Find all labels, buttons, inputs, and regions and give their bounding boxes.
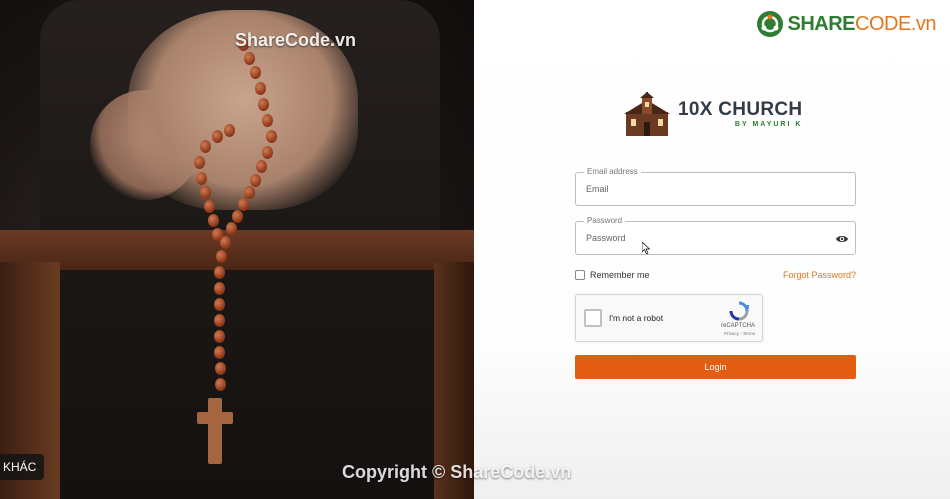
brand: 10X CHURCH BY MAYURI K xyxy=(624,92,802,136)
rosary-bead xyxy=(200,186,211,199)
email-field[interactable]: Email address xyxy=(575,167,856,206)
recaptcha-checkbox[interactable] xyxy=(584,309,602,327)
rosary-bead xyxy=(255,82,266,95)
rosary-bead xyxy=(256,160,267,173)
sharecode-logo-main: SHARE xyxy=(787,12,856,35)
cross-icon xyxy=(208,398,222,464)
rosary-bead xyxy=(216,250,227,263)
rosary-bead xyxy=(196,172,207,185)
forgot-password-link[interactable]: Forgot Password? xyxy=(783,270,856,280)
email-input[interactable] xyxy=(576,173,855,205)
rosary-bead xyxy=(194,156,205,169)
remember-me[interactable]: Remember me xyxy=(575,270,650,280)
watermark-top: ShareCode.vn xyxy=(235,30,357,50)
rosary-bead xyxy=(215,378,226,391)
rosary-bead xyxy=(238,198,249,211)
rosary-bead xyxy=(232,210,243,223)
rosary-bead xyxy=(214,266,225,279)
church-icon xyxy=(624,92,670,136)
rosary-bead xyxy=(208,214,219,227)
email-legend: Email address xyxy=(584,167,641,177)
recaptcha-label: I'm not a robot xyxy=(609,313,664,323)
sharecode-logo[interactable]: SHARECODE.vn xyxy=(756,10,936,38)
login-panel: SHARECODE.vn 10X CHURCH BY MAYURI K Emai… xyxy=(474,0,950,499)
brand-title: 10X CHURCH xyxy=(678,99,803,120)
rosary-bead xyxy=(215,362,226,375)
rosary-bead xyxy=(214,282,225,295)
rosary-bead xyxy=(200,140,211,153)
cross-icon-bar xyxy=(197,412,233,424)
rosary-bead xyxy=(226,222,237,235)
recaptcha-brand: reCAPTCHA xyxy=(720,323,755,329)
rosary-bead xyxy=(212,228,223,241)
rosary-bead xyxy=(258,98,269,111)
brand-text: 10X CHURCH BY MAYURI K xyxy=(678,99,803,129)
login-button[interactable]: Login xyxy=(575,355,856,379)
rosary-bead xyxy=(244,186,255,199)
khac-badge[interactable]: KHÁC xyxy=(0,454,44,480)
rosary-bead xyxy=(266,130,277,143)
copyright-watermark: Copyright © ShareCode.vn xyxy=(342,462,572,482)
rosary-bead xyxy=(250,174,261,187)
password-input[interactable] xyxy=(576,222,855,254)
recaptcha: I'm not a robot reCAPTCHA Privacy - Term… xyxy=(575,294,763,342)
rosary-bead xyxy=(250,66,261,79)
rosary-bead xyxy=(244,52,255,65)
remember-checkbox[interactable] xyxy=(575,270,585,280)
sharecode-logo-icon xyxy=(756,11,783,37)
brand-subtitle: BY MAYURI K xyxy=(734,121,803,128)
rosary-bead xyxy=(214,330,225,343)
rosary-bead xyxy=(214,298,225,311)
eye-icon[interactable] xyxy=(835,232,849,246)
pew xyxy=(0,230,474,270)
rosary-bead xyxy=(224,124,235,137)
hero-photo: ShareCode.vn KHÁC xyxy=(0,0,474,499)
recaptcha-icon xyxy=(729,301,749,321)
rosary-bead xyxy=(262,146,273,159)
rosary-bead xyxy=(204,200,215,213)
password-legend: Password xyxy=(584,216,626,226)
rosary-bead xyxy=(214,314,225,327)
rosary-bead xyxy=(214,346,225,359)
mouse-cursor-icon xyxy=(642,242,650,254)
rosary-bead xyxy=(212,130,223,143)
password-field[interactable]: Password xyxy=(575,216,856,255)
sharecode-logo-suffix: CODE.vn xyxy=(855,12,936,35)
remember-label: Remember me xyxy=(590,270,650,280)
sharecode-logo-text: SHARECODE.vn xyxy=(787,12,937,36)
rosary-bead xyxy=(262,114,273,127)
recaptcha-terms[interactable]: Privacy - Terms xyxy=(724,331,755,336)
